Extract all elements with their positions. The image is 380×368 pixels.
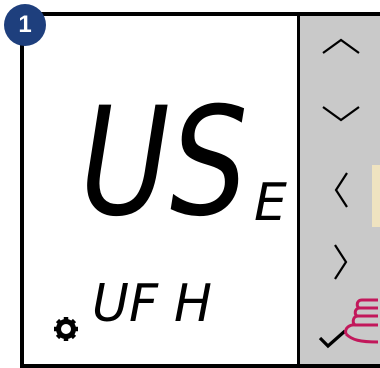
lcd-display: US E UF H — [24, 16, 300, 364]
thermostat-device: US E UF H — [20, 12, 380, 368]
down-arrow-button[interactable] — [308, 86, 374, 142]
display-suffix-text: E — [254, 173, 287, 233]
gear-icon — [54, 317, 78, 341]
mode-text: UF H — [92, 274, 212, 334]
chevron-right-icon — [334, 244, 348, 280]
main-display-text: US — [80, 76, 248, 250]
left-arrow-button[interactable] — [308, 162, 374, 218]
pointing-hand-icon — [338, 294, 380, 352]
right-arrow-button[interactable] — [308, 234, 374, 290]
button-highlight-strip — [372, 165, 380, 227]
chevron-left-icon — [334, 172, 348, 208]
chevron-down-icon — [322, 106, 360, 122]
up-arrow-button[interactable] — [308, 18, 374, 74]
chevron-up-icon — [322, 38, 360, 54]
lcd-canvas: US E UF H — [54, 76, 287, 341]
step-number-badge: 1 — [4, 4, 46, 46]
